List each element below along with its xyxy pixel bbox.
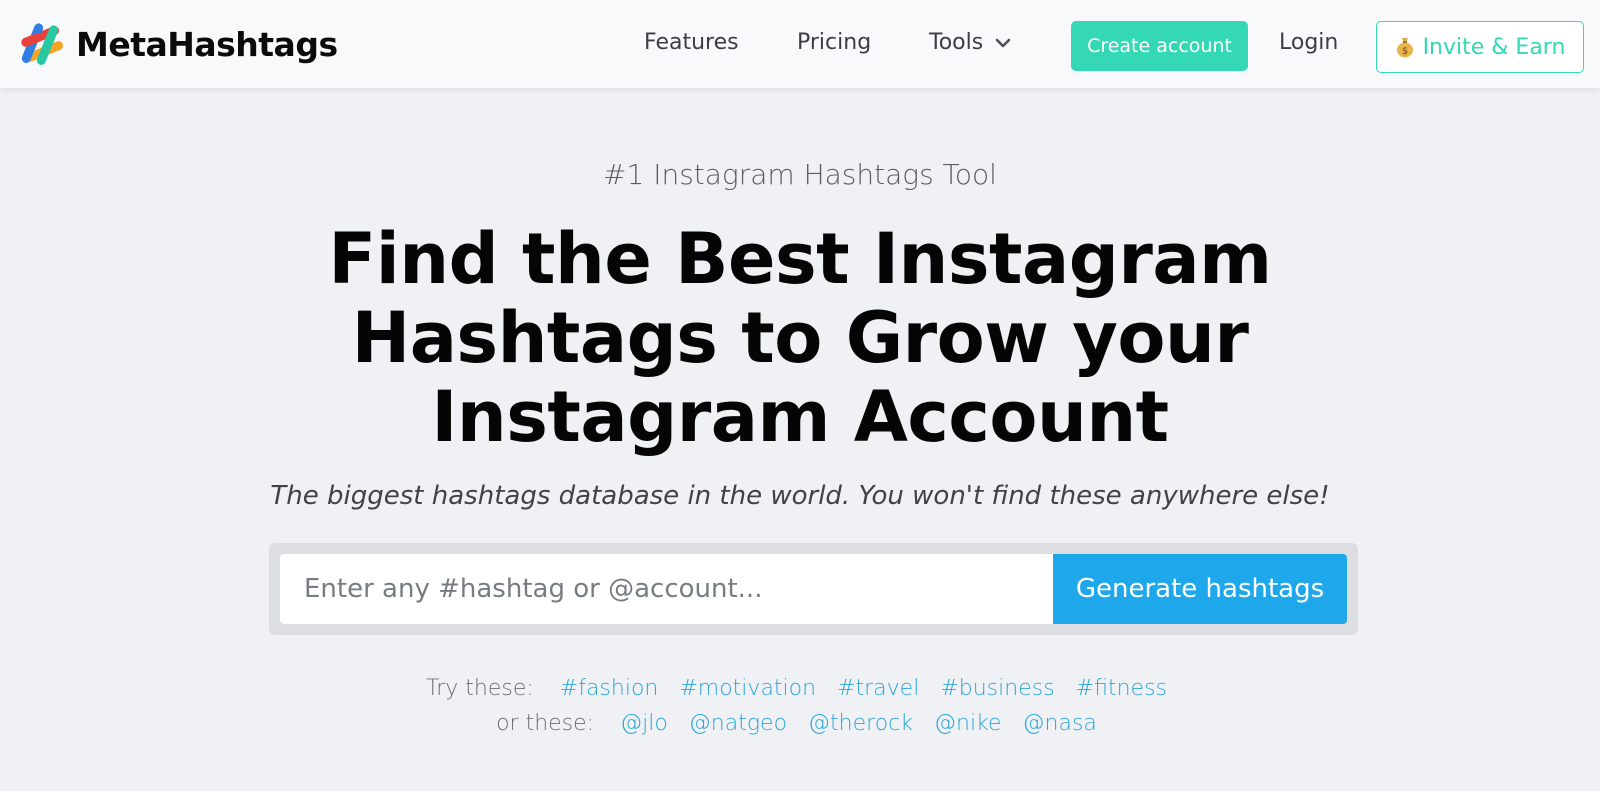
moneybag-icon: $ [1396,38,1413,58]
suggestion-account-link[interactable]: @natgeo [689,711,787,736]
create-account-button[interactable]: Create account [1071,21,1248,71]
nav-tools-dropdown[interactable]: Tools [929,30,1011,55]
hero-subline: The biggest hashtags database in the wor… [270,481,1330,511]
suggestion-hashtag-link[interactable]: #fitness [1076,676,1167,701]
invite-earn-button[interactable]: $ Invite & Earn [1376,21,1584,73]
hashtag-search-form: Generate hashtags [269,543,1358,635]
nav-pricing-link[interactable]: Pricing [797,30,871,55]
hero-headline-line-2: Hashtags to Grow your [351,297,1249,379]
hashtag-suggestions: Try these: #fashion #motivation #travel … [0,676,1600,701]
suggestion-account-link[interactable]: @therock [808,711,913,736]
nav-tools-label: Tools [929,30,984,55]
svg-text:$: $ [1401,46,1407,57]
hero-kicker: #1 Instagram Hashtags Tool [603,158,997,191]
navbar: MetaHashtags Features Pricing Tools Crea… [0,0,1600,88]
login-link[interactable]: Login [1279,30,1338,55]
hero-headline-line-1: Find the Best Instagram [328,218,1272,300]
hashtag-suggestions-label: Try these: [425,676,534,701]
suggestion-hashtag-link[interactable]: #business [940,676,1054,701]
metahashtags-logo-icon [21,23,64,65]
generate-hashtags-button[interactable]: Generate hashtags [1053,554,1347,624]
suggestion-account-link[interactable]: @nasa [1023,711,1097,736]
suggestion-hashtag-link[interactable]: #travel [837,676,919,701]
suggestion-account-link[interactable]: @jlo [620,711,668,736]
hashtag-search-input[interactable] [280,554,1053,624]
brand-link[interactable]: MetaHashtags [14,18,338,70]
suggestion-account-link[interactable]: @nike [934,711,1002,736]
suggestion-hashtag-link[interactable]: #motivation [679,676,816,701]
account-suggestions-label: or these: [496,711,595,736]
brand-name: MetaHashtags [76,24,338,64]
nav-features-link[interactable]: Features [644,30,739,55]
suggestion-hashtag-link[interactable]: #fashion [560,676,659,701]
hero-headline-line-3: Instagram Account [431,376,1169,458]
hero-headline: Find the Best Instagram Hashtags to Grow… [200,220,1400,457]
chevron-down-icon [995,38,1011,47]
account-suggestions: or these: @jlo @natgeo @therock @nike @n… [0,711,1600,736]
invite-earn-label: Invite & Earn [1422,34,1566,60]
